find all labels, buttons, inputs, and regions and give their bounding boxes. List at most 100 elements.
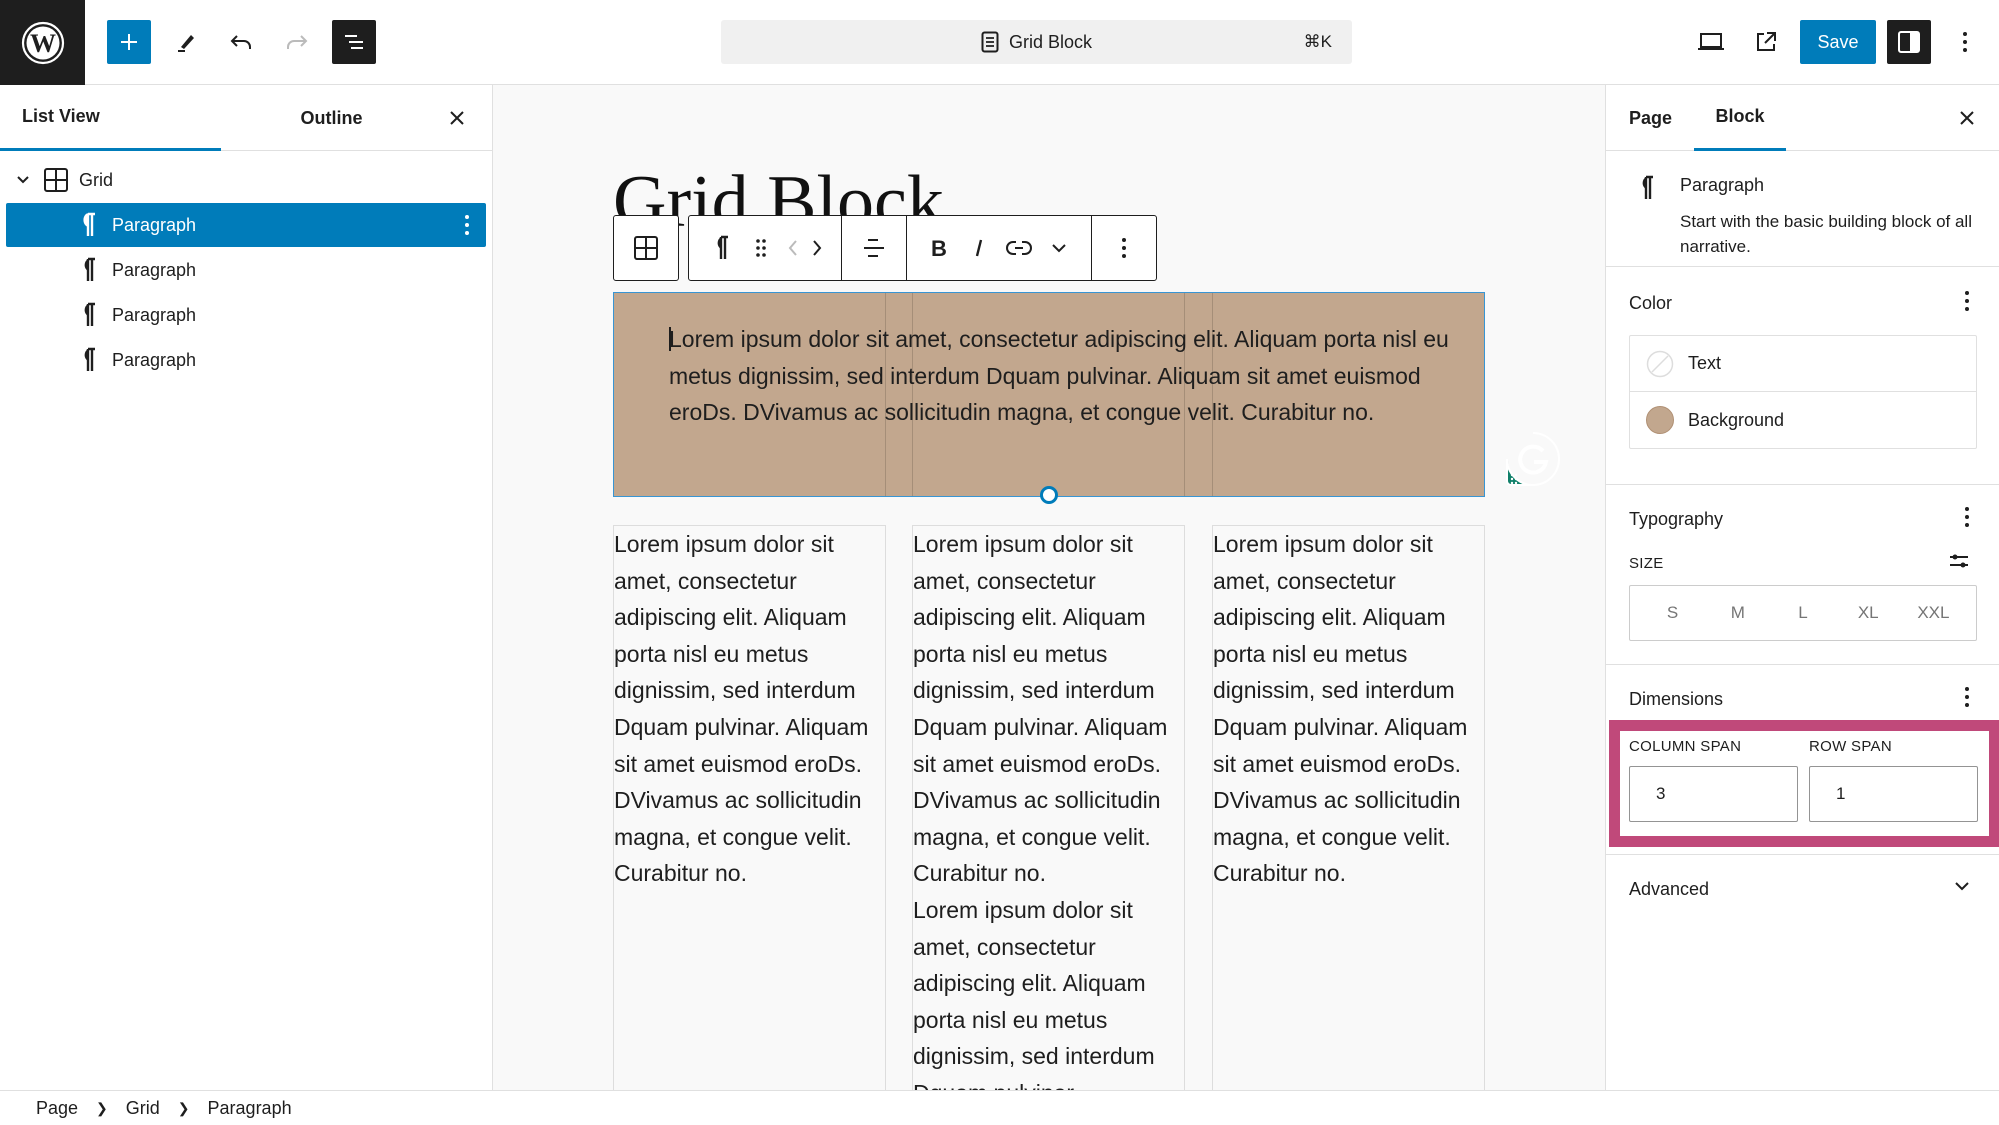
- wordpress-logo-icon: W: [21, 21, 64, 64]
- block-inserter-button[interactable]: [107, 20, 151, 64]
- close-icon: [450, 111, 464, 125]
- keyboard-shortcut: ⌘K: [1303, 32, 1332, 51]
- tab-outline[interactable]: Outline: [221, 85, 442, 151]
- grammarly-button[interactable]: [1503, 429, 1563, 489]
- background-color-button[interactable]: Background: [1630, 392, 1976, 448]
- more-vertical-icon[interactable]: [464, 213, 470, 237]
- svg-text:B: B: [931, 238, 947, 258]
- align-text-button[interactable]: [854, 226, 894, 270]
- paragraph-text[interactable]: Lorem ipsum dolor sit amet, consectetur …: [1213, 526, 1484, 892]
- redo-icon: [287, 35, 308, 49]
- block-card: Paragraph Start with the basic building …: [1606, 151, 1999, 267]
- block-toolbar-options: [1092, 216, 1156, 280]
- block-type-button[interactable]: [701, 226, 741, 270]
- grid-column-paragraph[interactable]: Lorem ipsum dolor sit amet, consectetur …: [613, 525, 886, 1090]
- list-view-item-label: Paragraph: [112, 304, 197, 325]
- block-toolbar-main: B: [688, 215, 1157, 281]
- undo-icon: [230, 35, 251, 49]
- drag-handle[interactable]: [741, 226, 781, 270]
- list-view-item-paragraph[interactable]: Paragraph: [6, 293, 486, 337]
- block-breadcrumb: Page ❯ Grid ❯ Paragraph: [0, 1090, 1999, 1125]
- paragraph-text[interactable]: Lorem ipsum dolor sit amet, consectetur …: [913, 526, 1184, 892]
- close-settings-button[interactable]: [1954, 105, 1980, 131]
- document-icon: [981, 31, 999, 53]
- close-list-view-button[interactable]: [444, 105, 470, 131]
- tools-button[interactable]: [163, 20, 207, 64]
- more-formatting-button[interactable]: [1039, 226, 1079, 270]
- advanced-panel-title: Advanced: [1629, 879, 1710, 899]
- list-view-tabs: List View Outline: [0, 85, 492, 151]
- font-size-option[interactable]: S: [1640, 603, 1705, 623]
- breadcrumb-item[interactable]: Page: [36, 1098, 78, 1119]
- save-button[interactable]: Save: [1800, 20, 1876, 64]
- view-post-button[interactable]: [1744, 20, 1788, 64]
- advanced-panel-toggle[interactable]: Advanced: [1606, 855, 1999, 925]
- tab-block[interactable]: Block: [1694, 85, 1786, 151]
- command-palette-button[interactable]: Grid Block ⌘K: [721, 20, 1352, 64]
- font-size-option[interactable]: L: [1770, 603, 1835, 623]
- tab-page[interactable]: Page: [1629, 85, 1672, 151]
- background-color-swatch: [1646, 406, 1674, 434]
- tab-list-view[interactable]: List View: [0, 85, 221, 151]
- list-view-item-grid[interactable]: Grid: [6, 158, 486, 202]
- custom-size-settings-icon[interactable]: [1948, 551, 1970, 571]
- preview-button[interactable]: [1689, 20, 1733, 64]
- settings-sidebar-button[interactable]: [1887, 20, 1931, 64]
- italic-button[interactable]: [959, 226, 999, 270]
- document-overview-button[interactable]: [332, 20, 376, 64]
- block-options-button[interactable]: [1104, 226, 1144, 270]
- paragraph-icon: [717, 235, 728, 259]
- undo-button[interactable]: [219, 20, 263, 64]
- sidebar-toggle-icon: [1898, 31, 1920, 53]
- row-span-input[interactable]: [1809, 766, 1978, 822]
- plus-icon: [121, 34, 137, 50]
- list-view-item-paragraph[interactable]: Paragraph: [6, 203, 486, 247]
- column-span-input[interactable]: [1629, 766, 1798, 822]
- external-link-icon: [1757, 32, 1776, 51]
- chevron-right-icon: [813, 240, 822, 256]
- paragraph-text[interactable]: Lorem ipsum dolor sit amet, consectetur …: [913, 892, 1184, 1090]
- row-span-resize-handle[interactable]: [1040, 486, 1058, 504]
- font-size-option[interactable]: XL: [1836, 603, 1901, 623]
- list-view-item-label: Paragraph: [112, 349, 197, 370]
- bold-icon: B: [931, 238, 947, 258]
- italic-icon: [975, 239, 983, 257]
- paragraph-text[interactable]: Lorem ipsum dolor sit amet, consectetur …: [614, 526, 885, 892]
- select-parent-block-button[interactable]: [613, 215, 679, 281]
- more-vertical-icon[interactable]: [1964, 685, 1970, 709]
- breadcrumb-item[interactable]: Grid: [126, 1098, 160, 1119]
- dimensions-panel: Dimensions COLUMN SPAN ROW SPAN: [1606, 665, 1999, 855]
- grid-column-paragraph[interactable]: Lorem ipsum dolor sit amet, consectetur …: [1212, 525, 1485, 1090]
- list-view-item-paragraph[interactable]: Paragraph: [6, 338, 486, 382]
- bold-button[interactable]: B: [919, 226, 959, 270]
- redo-button[interactable]: [275, 20, 319, 64]
- paragraph-text[interactable]: Lorem ipsum dolor sit amet, consectetur …: [669, 321, 1459, 431]
- wordpress-logo-button[interactable]: W: [0, 0, 85, 85]
- laptop-icon: [1698, 33, 1724, 50]
- more-vertical-icon[interactable]: [1964, 289, 1970, 313]
- selected-paragraph-block[interactable]: Lorem ipsum dolor sit amet, consectetur …: [613, 292, 1485, 497]
- document-title: Grid Block: [1008, 31, 1093, 52]
- options-menu-button[interactable]: [1943, 20, 1987, 64]
- more-vertical-icon: [1963, 32, 1967, 52]
- color-panel: Color Text Background: [1606, 267, 1999, 485]
- more-vertical-icon[interactable]: [1964, 505, 1970, 529]
- chevron-down-icon[interactable]: [16, 175, 30, 185]
- grid-column-paragraph[interactable]: Lorem ipsum dolor sit amet, consectetur …: [912, 525, 1185, 1090]
- editor-canvas[interactable]: Grid Block B Lorem ipsum dolor sit amet,…: [493, 85, 1605, 1090]
- font-size-option[interactable]: M: [1705, 603, 1770, 623]
- dimensions-panel-title: Dimensions: [1629, 689, 1724, 709]
- move-right-button[interactable]: [805, 226, 829, 270]
- font-size-label: SIZE: [1629, 555, 1664, 572]
- link-button[interactable]: [999, 226, 1039, 270]
- paragraph-icon: [83, 212, 95, 236]
- list-view-item-paragraph[interactable]: Paragraph: [6, 248, 486, 292]
- font-size-option[interactable]: XXL: [1901, 603, 1966, 623]
- grid-icon: [44, 168, 68, 192]
- list-view-icon: [345, 35, 363, 49]
- block-card-title: Paragraph: [1680, 175, 1765, 195]
- row-span-label: ROW SPAN: [1809, 738, 1892, 755]
- move-left-button[interactable]: [781, 226, 805, 270]
- text-color-button[interactable]: Text: [1630, 336, 1976, 392]
- chevron-right-icon: ❯: [177, 1099, 190, 1116]
